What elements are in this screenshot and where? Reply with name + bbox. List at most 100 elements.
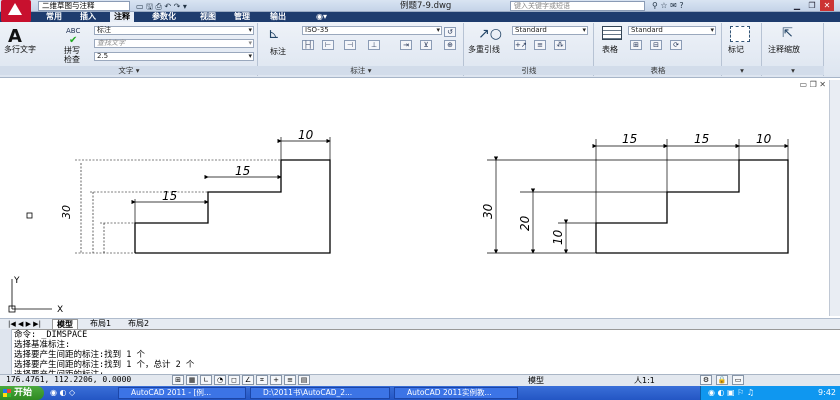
tab-layout1[interactable]: 布局1 [86, 319, 115, 329]
table-link-icon[interactable]: ⊞ [630, 40, 642, 50]
leader-style-combo[interactable]: Standard [512, 26, 588, 35]
dim-label-r20: 20 [518, 215, 532, 231]
command-line: 选择要产生间距的标注:找到 1 个 [14, 350, 145, 360]
tab-view[interactable]: 视图 [196, 12, 220, 22]
dim-label-30-left: 30 [60, 205, 73, 219]
tab-home[interactable]: 常用 [42, 12, 66, 22]
clean-screen-icon[interactable]: ▭ [732, 375, 744, 385]
right-staircase [595, 159, 789, 254]
spell-check-button[interactable]: 拼写 检查 [64, 46, 80, 64]
taskbar-item-autocad[interactable]: AutoCAD 2011 - [例... [118, 387, 246, 399]
spell-check-icon: ABC ✔ [66, 27, 81, 46]
table-button[interactable]: 表格 [602, 44, 618, 55]
restore-button[interactable]: ❐ [805, 0, 819, 11]
dimension-panel-title[interactable]: 标注 ▾ [258, 66, 464, 75]
table-icon [602, 26, 622, 40]
find-text-input[interactable]: 查找文字 [94, 39, 254, 48]
tab-model[interactable]: 模型 [52, 319, 78, 329]
grip-marker[interactable] [26, 212, 33, 219]
tray-icons[interactable]: ◉ ◐ ▣ ⚐ ♫ [708, 388, 754, 397]
infocenter-icons[interactable]: ⚲ ☆ ✉ ? [652, 1, 684, 11]
left-staircase[interactable] [134, 159, 331, 254]
start-button[interactable]: 开始 [0, 386, 44, 400]
align-leader-icon[interactable]: ≡ [534, 40, 546, 50]
coordinate-readout[interactable]: 176.4761, 112.2206, 0.0000 [6, 374, 131, 386]
dimension-icon: ⊾ [268, 26, 280, 42]
dimension-style-combo[interactable]: ISO-35 [302, 26, 442, 35]
search-input[interactable]: 键入关键字或短语 [510, 1, 645, 11]
tab-annotate[interactable]: 注释 [110, 12, 134, 22]
text-style-combo[interactable]: 标注 [94, 26, 254, 35]
dim-tolerance-icon[interactable]: ⊕ [444, 40, 456, 50]
qp-toggle-icon[interactable]: ▤ [298, 375, 310, 385]
layout-nav-arrows[interactable]: |◀ ◀ ▶ ▶| [4, 319, 45, 329]
dim-continue-icon[interactable]: ⊣ [344, 40, 356, 50]
viewport-controls[interactable]: ▭ ❐ ✕ [799, 80, 826, 89]
right-extension-lines [487, 139, 789, 254]
dim-label-r10v: 10 [551, 229, 565, 245]
table-style-combo[interactable]: Standard [628, 26, 716, 35]
otrack-toggle-icon[interactable]: ∠ [242, 375, 254, 385]
dim-oblique-icon[interactable]: ⊻ [420, 40, 432, 50]
tab-layout2[interactable]: 布局2 [124, 319, 153, 329]
dim-update-icon[interactable]: ↺ [444, 27, 456, 37]
osnap-toggle-icon[interactable]: ◻ [228, 375, 240, 385]
text-height-combo[interactable]: 2.5 [94, 52, 254, 61]
tab-output[interactable]: 输出 [266, 12, 290, 22]
command-window-grip[interactable] [0, 329, 12, 374]
markup-panel-title: ▾ [722, 66, 762, 75]
taskbar-item-word[interactable]: AutoCAD 2011实例教... [394, 387, 518, 399]
dim-label-15a: 15 [235, 164, 250, 178]
multileader-button[interactable]: 多重引线 [468, 44, 500, 55]
annotation-scale-icon: ⇱ [782, 26, 793, 41]
snap-toggle-icon[interactable]: ⊞ [172, 375, 184, 385]
model-space-label[interactable]: 模型 [528, 375, 544, 386]
workspace-selector[interactable]: 二维草图与注释 [38, 1, 130, 11]
drawing-canvas[interactable]: 10 15 15 30 15 15 10 30 20 10 Y X [0, 79, 840, 319]
autocad-logo-icon[interactable] [1, 0, 31, 22]
minimize-button[interactable]: ▁ [790, 0, 804, 11]
dim-break-icon[interactable]: ⊢ [322, 40, 334, 50]
lweight-toggle-icon[interactable]: ≡ [284, 375, 296, 385]
table-extract-icon[interactable]: ⊟ [650, 40, 662, 50]
markup-button[interactable]: 标记 [728, 44, 744, 55]
dim-linear-icon[interactable]: ├┤ [302, 40, 314, 50]
taskbar-item-folder[interactable]: D:\2011书\AutoCAD_2... [250, 387, 390, 399]
ucs-y-label: Y [13, 276, 20, 286]
lock-icon[interactable]: 🔒 [716, 375, 728, 385]
multileader-icon: ↗○ [478, 26, 502, 42]
tab-manage[interactable]: 管理 [230, 12, 254, 22]
ducs-toggle-icon[interactable]: ⌗ [256, 375, 268, 385]
dimension-button[interactable]: 标注 [270, 46, 286, 57]
command-window[interactable]: 命令: _DIMSPACE 选择基准标注: 选择要产生间距的标注:找到 1 个 … [0, 329, 840, 380]
add-leader-icon[interactable]: +↗ [514, 40, 527, 50]
workspace-switch-icon[interactable]: ⚙ [700, 375, 712, 385]
quick-launch-icons[interactable]: ◉ ◐ ◇ [50, 388, 75, 397]
dyn-toggle-icon[interactable]: + [270, 375, 282, 385]
ortho-toggle-icon[interactable]: ∟ [200, 375, 212, 385]
drawing-svg[interactable]: 10 15 15 30 15 15 10 30 20 10 Y X [0, 79, 840, 319]
ucs-x-label: X [57, 305, 63, 315]
annotation-scale-label[interactable]: 人1:1 [634, 375, 655, 386]
vertical-scrollbar[interactable] [829, 80, 840, 316]
multiline-text-button[interactable]: 多行文字 [4, 44, 36, 55]
annotation-scale-button[interactable]: 注释缩放 [768, 44, 800, 55]
document-title: 例题7-9.dwg [400, 1, 452, 11]
quick-access-toolbar[interactable]: ▭ 🖫 ⎙ ↶ ↷ ▾ [136, 1, 187, 11]
dim-label-10: 10 [298, 128, 314, 142]
dim-baseline-icon[interactable]: ⊥ [368, 40, 380, 50]
table-update-icon[interactable]: ⟳ [670, 40, 682, 50]
dim-label-r15a: 15 [622, 132, 637, 146]
annotation-scale-panel-title: ▾ [762, 66, 824, 75]
tab-extra[interactable]: ◉▾ [312, 12, 331, 22]
dim-label-r30: 30 [481, 203, 495, 219]
tab-parametric[interactable]: 参数化 [148, 12, 180, 22]
collect-leader-icon[interactable]: ⁂ [554, 40, 566, 50]
close-button[interactable]: ✕ [820, 0, 834, 11]
grid-toggle-icon[interactable]: ▦ [186, 375, 198, 385]
text-panel-title[interactable]: 文字 ▾ [0, 66, 258, 75]
clock: 9:42 [818, 388, 836, 397]
dim-space-icon[interactable]: ⇥ [400, 40, 412, 50]
tab-insert[interactable]: 插入 [76, 12, 100, 22]
polar-toggle-icon[interactable]: ◔ [214, 375, 226, 385]
